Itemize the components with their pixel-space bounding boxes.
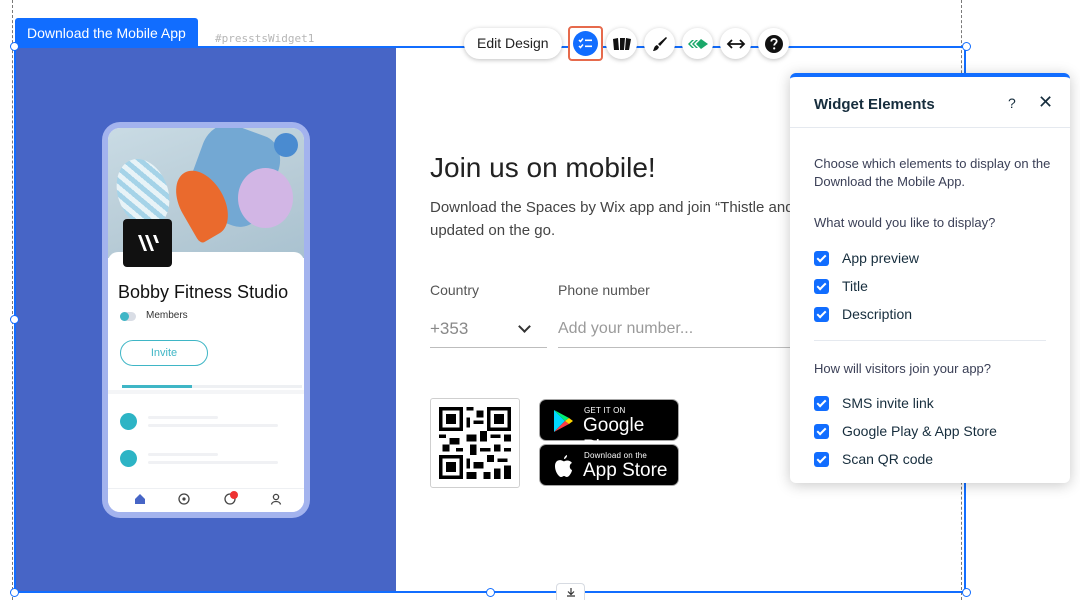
widget-elements-panel: Widget Elements ? ✕ Choose which element… [790, 73, 1070, 483]
editor-canvas: Download the Mobile App #presstsWidget1 … [0, 0, 1080, 600]
elements-button[interactable] [568, 26, 603, 61]
widget-id-label: #presstsWidget1 [215, 32, 315, 45]
resize-handle[interactable] [10, 42, 19, 51]
edit-design-button[interactable]: Edit Design [464, 28, 562, 59]
join-question: How will visitors join your app? [814, 361, 992, 376]
design-button[interactable] [644, 28, 675, 59]
guide-line-left [12, 0, 13, 600]
layouts-button[interactable] [606, 28, 637, 59]
option-label: Google Play & App Store [842, 423, 997, 439]
resize-handle[interactable] [10, 315, 19, 324]
resize-handle[interactable] [962, 42, 971, 51]
checkbox-checked-icon[interactable] [814, 396, 829, 411]
panel-header: Widget Elements ? ✕ [790, 77, 1070, 128]
connect-icon [687, 38, 708, 49]
display-question: What would you like to display? [814, 215, 996, 230]
layouts-icon [612, 37, 631, 50]
option-label: App preview [842, 250, 920, 266]
help-button[interactable] [758, 28, 789, 59]
elements-icon [573, 31, 598, 56]
design-brush-icon [652, 36, 667, 51]
checkbox-checked-icon[interactable] [814, 251, 829, 266]
option-label: Description [842, 306, 913, 322]
stretch-button[interactable] [720, 28, 751, 59]
connect-button[interactable] [682, 28, 713, 59]
checkbox-checked-icon[interactable] [814, 307, 829, 322]
stretch-down-handle[interactable] [556, 583, 585, 600]
panel-intro: Choose which elements to display on the … [814, 156, 1051, 189]
option-label: Title [842, 278, 868, 294]
panel-divider [814, 340, 1046, 341]
panel-title: Widget Elements [814, 96, 935, 113]
download-arrow-icon [566, 588, 575, 597]
close-icon[interactable]: ✕ [1038, 93, 1053, 111]
resize-handle[interactable] [486, 588, 495, 597]
help-icon [764, 34, 783, 53]
option-label: Scan QR code [842, 451, 934, 467]
checkbox-checked-icon[interactable] [814, 424, 829, 439]
checkbox-checked-icon[interactable] [814, 452, 829, 467]
checkbox-checked-icon[interactable] [814, 279, 829, 294]
option-label: SMS invite link [842, 395, 934, 411]
panel-help-icon[interactable]: ? [1008, 95, 1016, 111]
resize-handle[interactable] [962, 588, 971, 597]
widget-name-tag[interactable]: Download the Mobile App [15, 18, 198, 48]
stretch-icon [726, 38, 745, 49]
resize-handle[interactable] [10, 588, 19, 597]
